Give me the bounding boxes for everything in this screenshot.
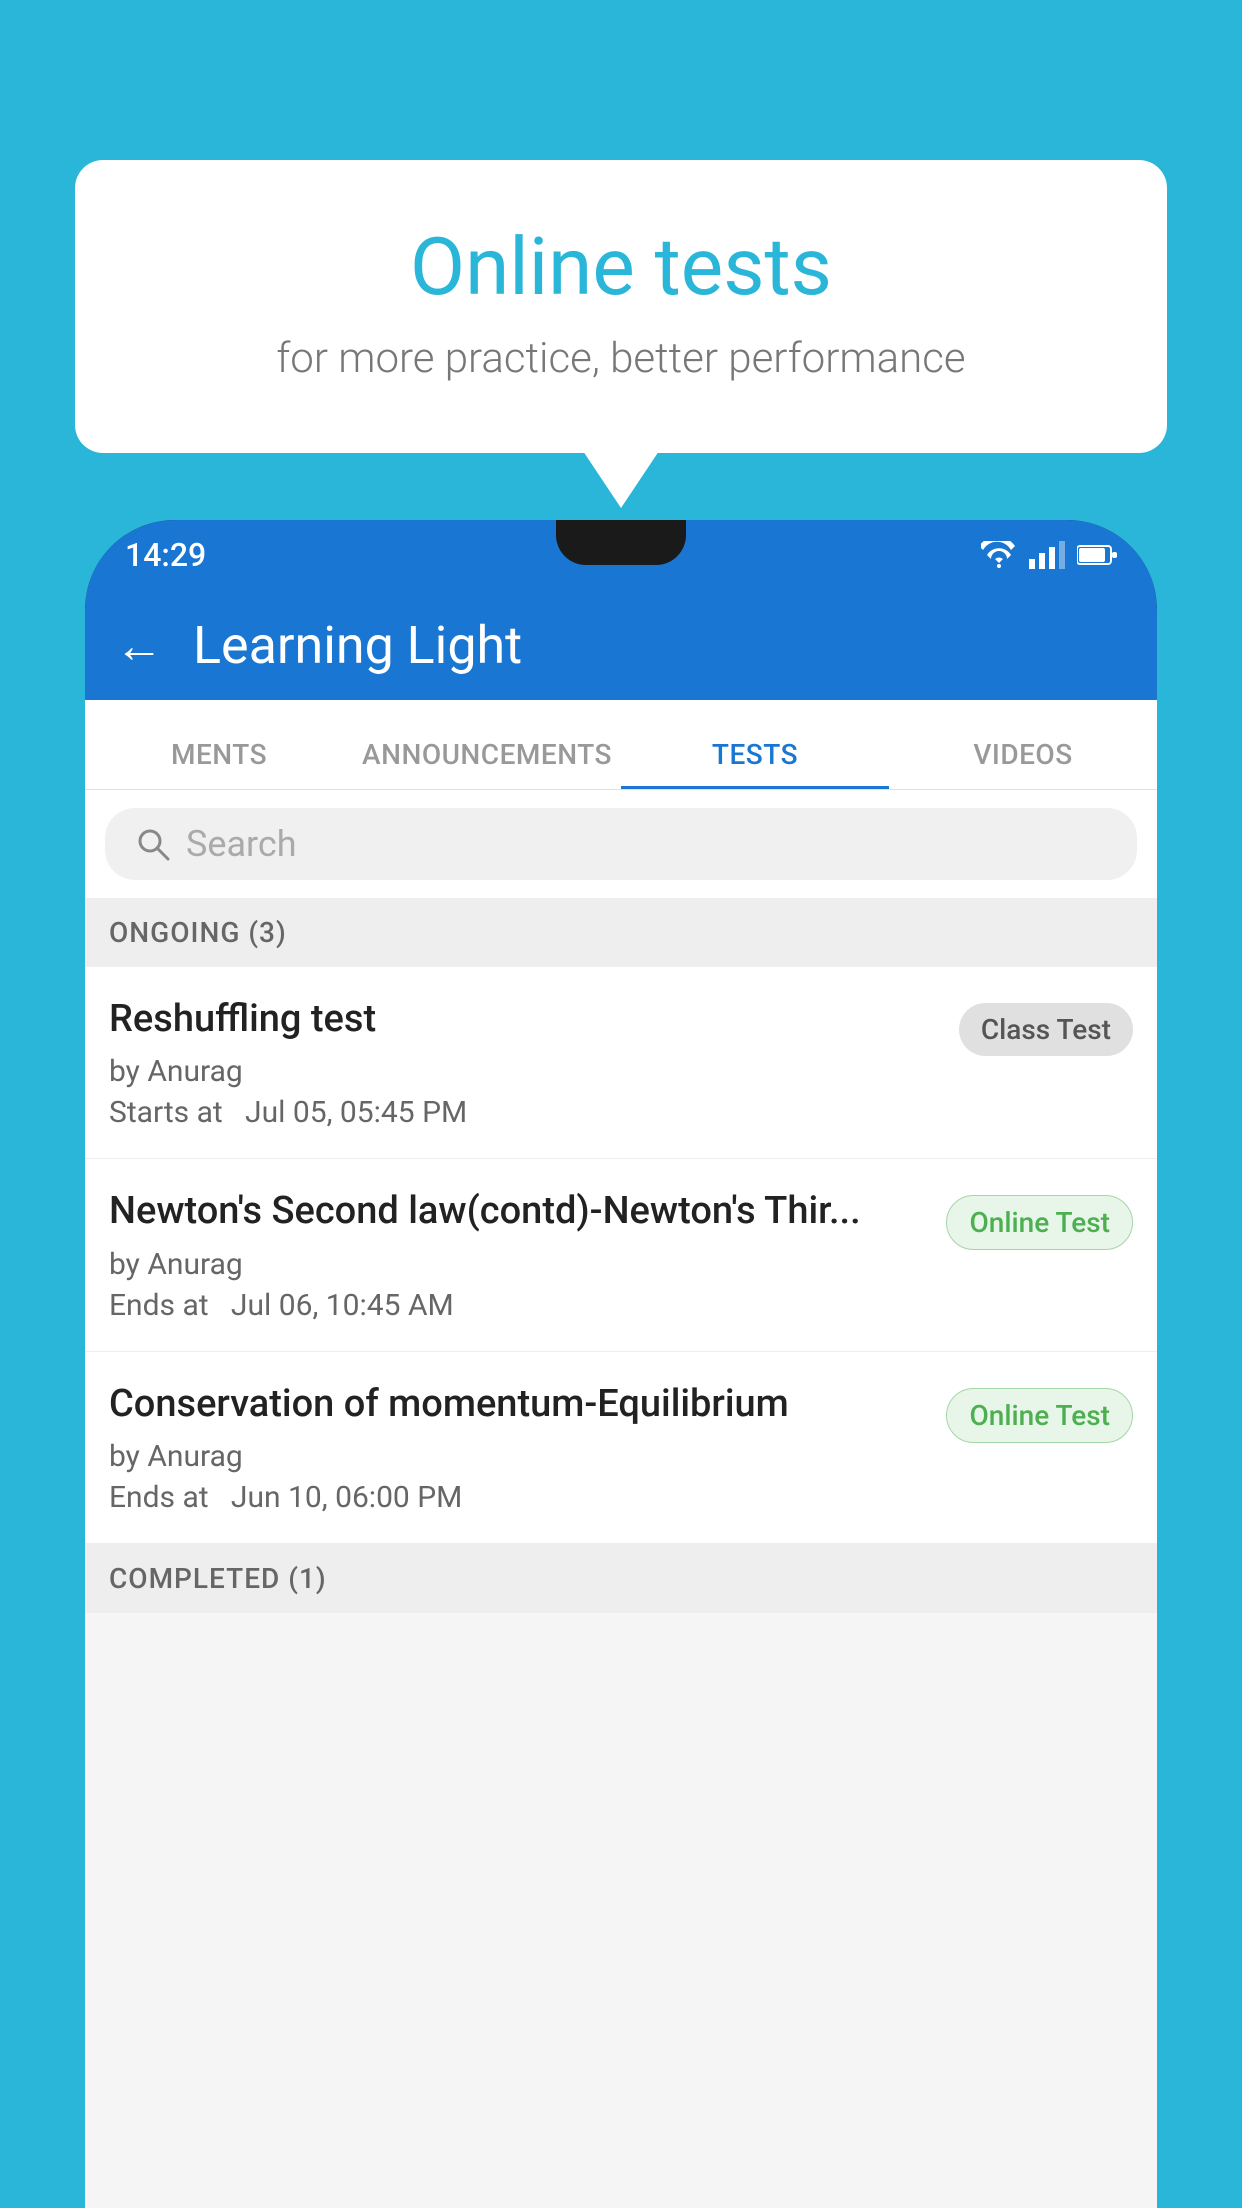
tab-ments[interactable]: MENTS [85,738,353,789]
speech-bubble: Online tests for more practice, better p… [75,160,1167,453]
test-badge-2: Online Test [946,1195,1133,1250]
test-date-2: Ends at Jul 06, 10:45 AM [109,1288,926,1323]
app-title: Learning Light [193,615,522,676]
test-by-1: by Anurag [109,1054,939,1089]
tab-tests[interactable]: TESTS [621,738,889,789]
search-placeholder: Search [186,823,297,865]
test-badge-1: Class Test [959,1003,1133,1056]
test-date-3: Ends at Jun 10, 06:00 PM [109,1480,926,1515]
test-info-2: Newton's Second law(contd)-Newton's Thir… [109,1187,946,1322]
test-list: Reshuffling test by Anurag Starts at Jul… [85,967,1157,1544]
battery-icon [1077,543,1117,567]
wifi-icon [981,541,1017,569]
test-date-1: Starts at Jul 05, 05:45 PM [109,1095,939,1130]
tab-videos[interactable]: VIDEOS [889,738,1157,789]
test-name-2: Newton's Second law(contd)-Newton's Thir… [109,1187,926,1236]
bubble-subtitle: for more practice, better performance [125,334,1117,383]
test-item[interactable]: Reshuffling test by Anurag Starts at Jul… [85,967,1157,1159]
test-badge-3: Online Test [946,1388,1133,1443]
search-bar[interactable]: Search [105,808,1137,880]
signal-icon [1029,541,1065,569]
status-time: 14:29 [125,536,206,574]
app-header: ← Learning Light [85,590,1157,700]
ongoing-section-header: ONGOING (3) [85,898,1157,967]
phone-screen: MENTS ANNOUNCEMENTS TESTS VIDEOS Search … [85,700,1157,2208]
phone-notch [556,520,686,565]
search-container: Search [85,790,1157,898]
test-item-3[interactable]: Conservation of momentum-Equilibrium by … [85,1352,1157,1544]
test-item-2[interactable]: Newton's Second law(contd)-Newton's Thir… [85,1159,1157,1351]
completed-section-header: COMPLETED (1) [85,1544,1157,1613]
test-info-1: Reshuffling test by Anurag Starts at Jul… [109,995,959,1130]
status-icons [981,541,1117,569]
back-button[interactable]: ← [115,617,163,674]
bubble-title: Online tests [125,220,1117,314]
test-name-3: Conservation of momentum-Equilibrium [109,1380,926,1429]
test-name-1: Reshuffling test [109,995,939,1044]
test-by-2: by Anurag [109,1247,926,1282]
phone-frame: 14:29 ← Learning Light [85,520,1157,2208]
status-bar: 14:29 [85,520,1157,590]
test-by-3: by Anurag [109,1439,926,1474]
test-info-3: Conservation of momentum-Equilibrium by … [109,1380,946,1515]
search-icon [135,826,171,862]
tab-announcements[interactable]: ANNOUNCEMENTS [353,738,621,789]
tabs-bar: MENTS ANNOUNCEMENTS TESTS VIDEOS [85,700,1157,790]
